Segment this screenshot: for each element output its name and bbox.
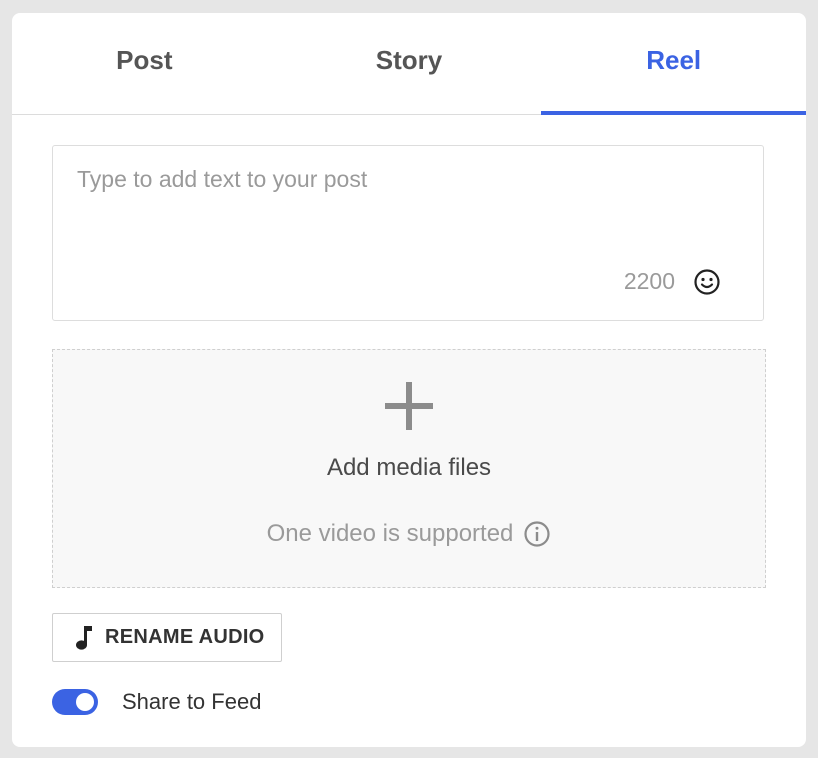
- share-to-feed-label: Share to Feed: [122, 689, 262, 714]
- tab-post[interactable]: Post: [12, 13, 277, 114]
- share-to-feed-toggle[interactable]: [52, 689, 98, 715]
- character-counter: 2200: [623, 268, 675, 294]
- info-circle-icon[interactable]: [523, 520, 551, 548]
- rename-audio-label: RENAME AUDIO: [105, 626, 265, 648]
- add-media-label: Add media files: [326, 454, 492, 481]
- plus-icon: [385, 382, 433, 430]
- tab-bar: Post Story Reel: [12, 13, 806, 115]
- tab-reel[interactable]: Reel: [541, 13, 806, 115]
- caption-box: 2200: [52, 145, 764, 321]
- toggle-knob: [76, 693, 94, 711]
- smiley-face-icon[interactable]: [693, 268, 721, 296]
- rename-audio-button[interactable]: RENAME AUDIO: [52, 613, 282, 662]
- tab-story[interactable]: Story: [277, 13, 542, 114]
- media-support-text: One video is supported: [266, 520, 514, 547]
- caption-input[interactable]: [77, 166, 737, 256]
- music-note-icon: [76, 625, 92, 650]
- composer-card: Post Story Reel 2200 Add media files One…: [12, 13, 806, 747]
- media-support-note: One video is supported: [53, 520, 765, 548]
- media-dropzone[interactable]: Add media files One video is supported: [52, 349, 766, 588]
